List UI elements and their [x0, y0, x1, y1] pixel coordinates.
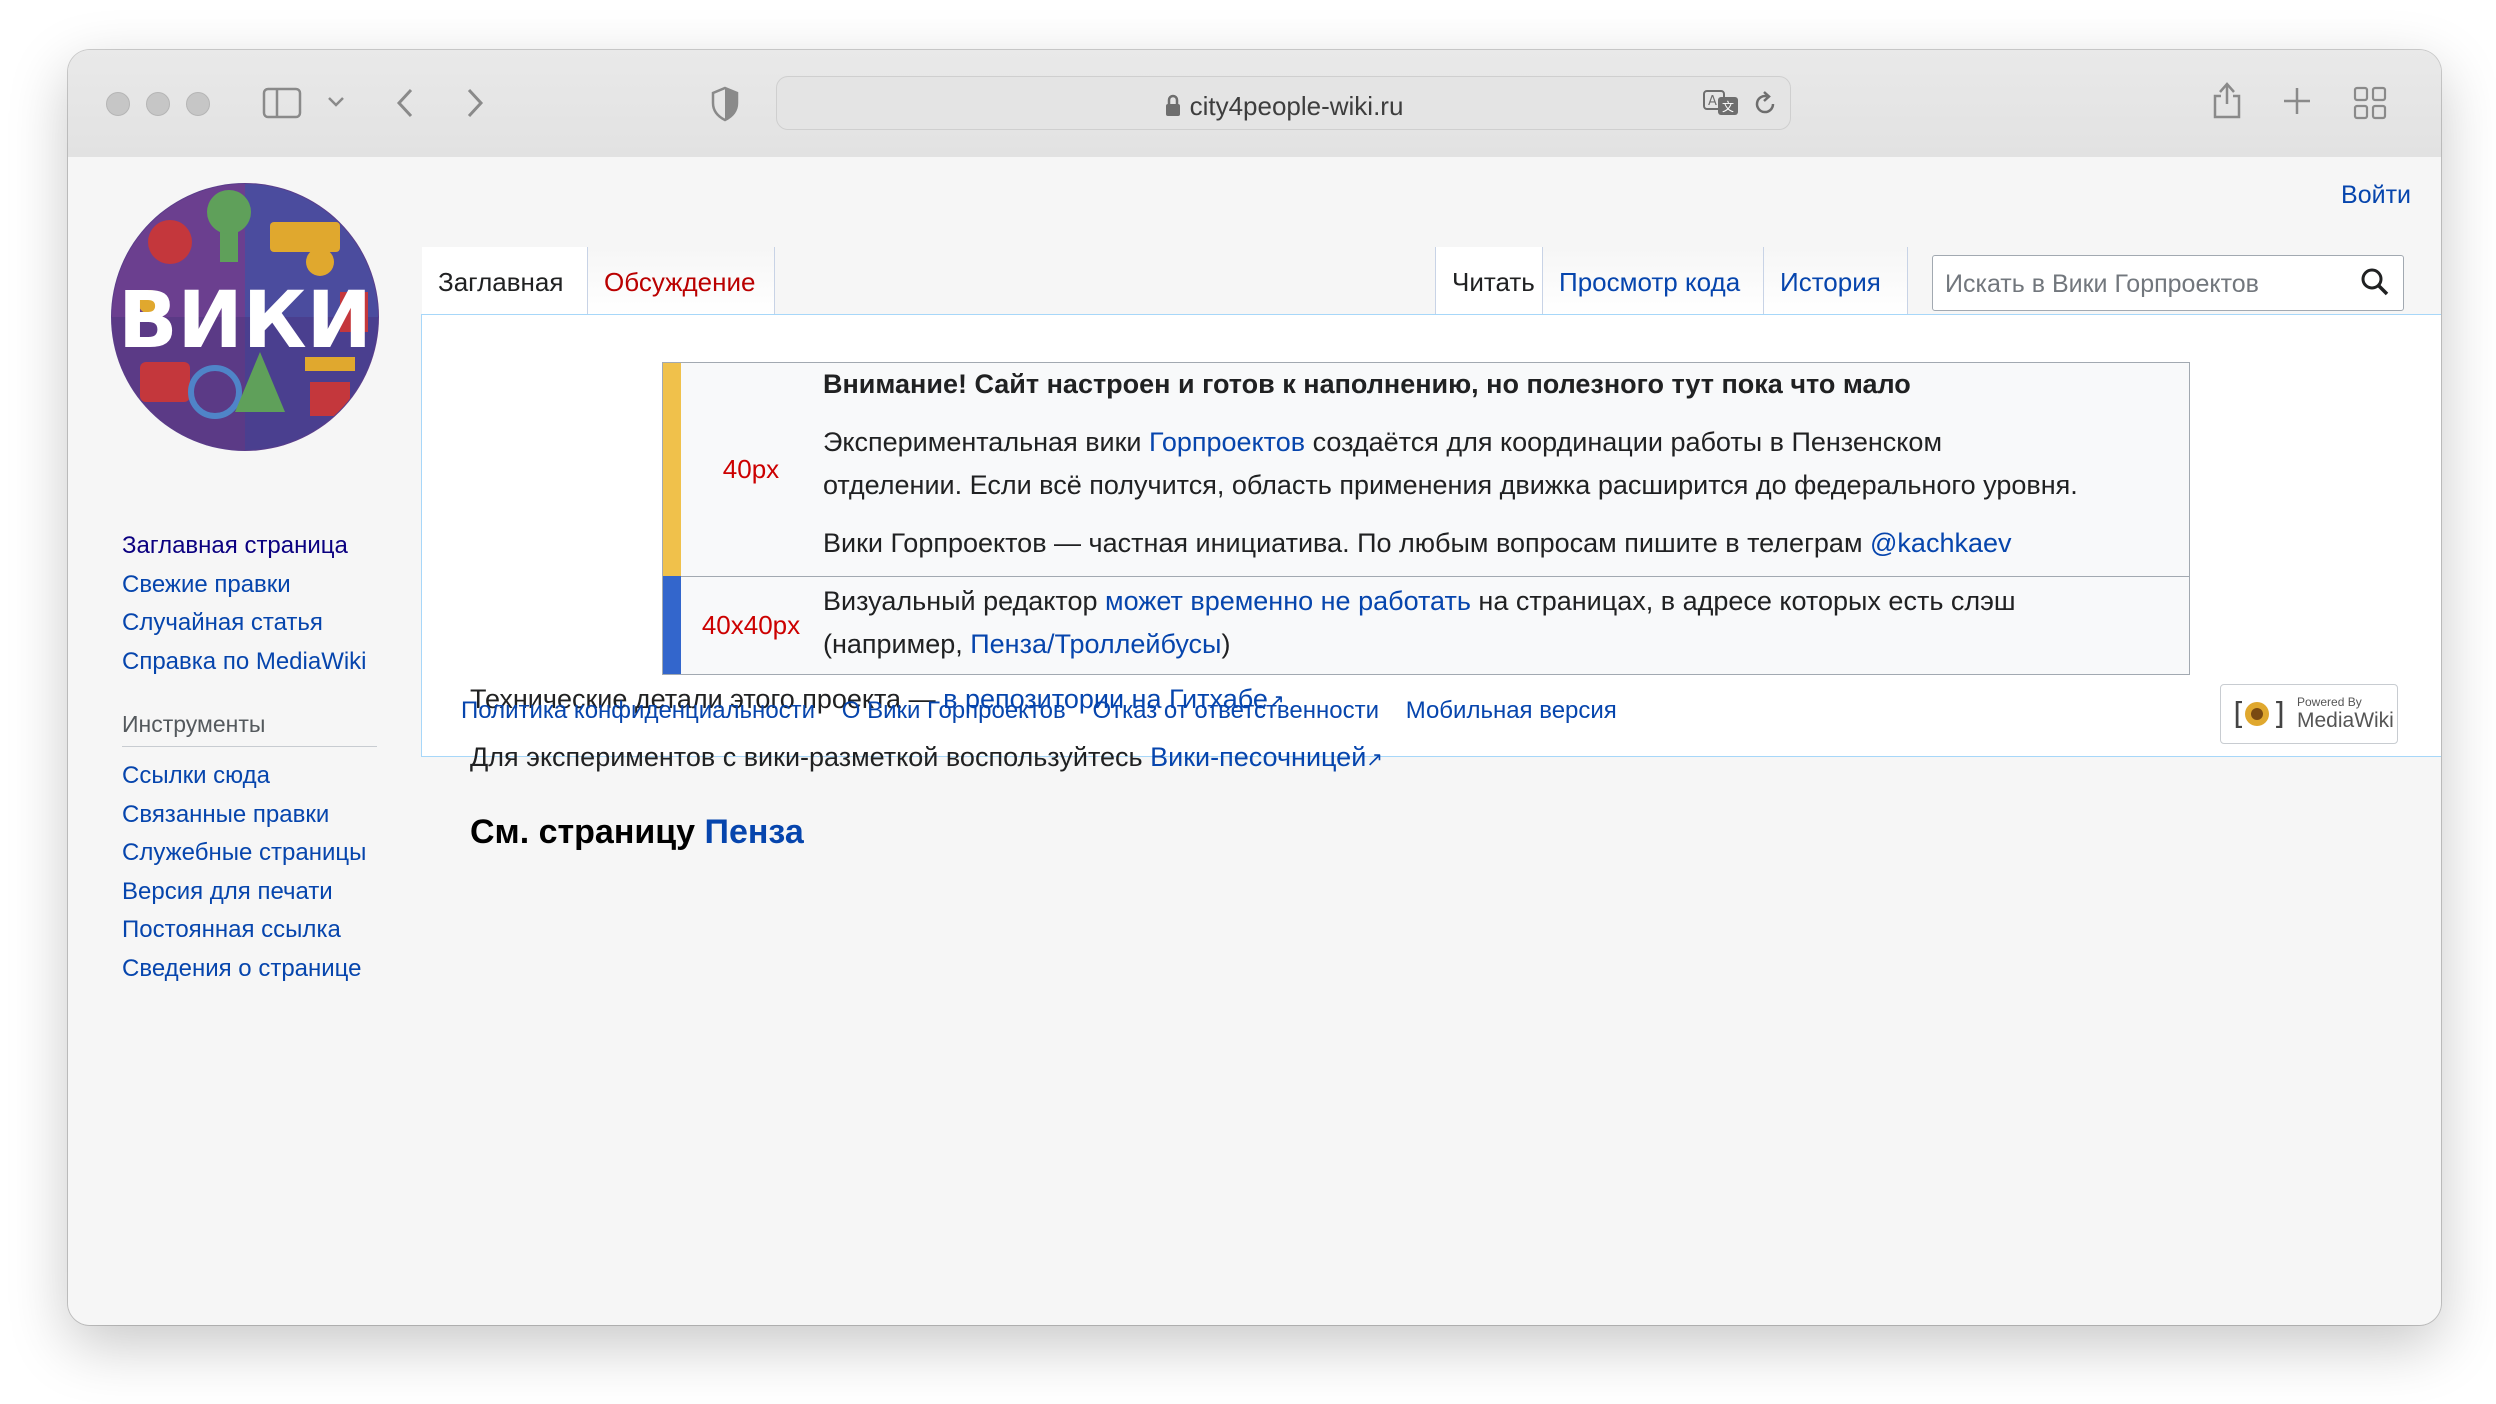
sidebar-item-special-pages[interactable]: Служебные страницы — [122, 834, 382, 873]
notice-title: Внимание! Сайт настроен и готов к наполн… — [823, 369, 1911, 399]
sidebar-item-help[interactable]: Справка по MediaWiki — [122, 643, 382, 682]
privacy-shield-icon[interactable] — [710, 86, 740, 126]
logo-text: ВИКИ — [118, 276, 372, 366]
svg-text:]: ] — [2271, 697, 2285, 732]
chevron-down-icon[interactable] — [326, 94, 346, 113]
tab-read[interactable]: Читать — [1435, 247, 1542, 315]
notice-p1-text-3: отделении. Если всё получится, область п… — [823, 470, 2078, 500]
powered-by-label: Powered By — [2297, 695, 2362, 709]
penza-trolleybus-link[interactable]: Пенза/Троллейбусы — [970, 629, 1221, 659]
info-icon-placeholder: 40x40px — [701, 609, 801, 640]
tab-read-label: Читать — [1452, 267, 1535, 297]
see-page-heading: См. страницу Пенза — [470, 813, 804, 852]
notice-paragraph-1: Экспериментальная вики Горпроектов созда… — [823, 421, 2169, 507]
sidebar-item-printable[interactable]: Версия для печати — [122, 873, 382, 912]
login-link[interactable]: Войти — [2341, 181, 2411, 210]
sidebar-item-page-info[interactable]: Сведения о странице — [122, 950, 382, 989]
new-tab-icon[interactable] — [2282, 86, 2312, 120]
gorproekty-link[interactable]: Горпроектов — [1149, 427, 1305, 457]
editor-note-text-3: (например, — [823, 629, 971, 659]
wiki-page: ВИКИ Войти Заглавная страница Свежие пра… — [68, 157, 2441, 1325]
powered-by-mediawiki-badge[interactable]: [] Powered By MediaWiki — [2220, 684, 2398, 744]
sidebar-item-what-links-here[interactable]: Ссылки сюда — [122, 757, 382, 796]
translate-icon[interactable]: A文 — [1702, 89, 1740, 122]
footer-mobile-link[interactable]: Мобильная версия — [1406, 697, 1617, 724]
close-window-button[interactable] — [106, 92, 130, 116]
see-page-prefix: См. страницу — [470, 813, 705, 851]
tools-heading: Инструменты — [122, 711, 377, 747]
notice-row-editor: 40x40px Визуальный редактор может времен… — [663, 576, 2189, 674]
forward-icon[interactable] — [463, 86, 487, 124]
notice-box: 40px Внимание! Сайт настроен и готов к н… — [662, 362, 2190, 675]
search-placeholder: Искать в Вики Горпроектов — [1945, 270, 2259, 298]
sidebar: Заглавная страница Свежие правки Случайн… — [122, 527, 382, 988]
tab-view-source-label: Просмотр кода — [1559, 267, 1741, 297]
external-link-icon: ↗ — [1366, 749, 1384, 771]
main-content: 40px Внимание! Сайт настроен и готов к н… — [421, 314, 2441, 851]
telegram-link[interactable]: @kachkaev — [1870, 528, 2011, 558]
share-icon[interactable] — [2210, 80, 2244, 124]
warning-icon-placeholder: 40px — [722, 454, 780, 484]
sidebar-item-recent-changes[interactable]: Свежие правки — [122, 566, 382, 605]
info-color-bar — [663, 576, 681, 674]
editor-note-text: Визуальный редактор — [823, 586, 1106, 616]
penza-link[interactable]: Пенза — [705, 813, 804, 851]
mediawiki-label: MediaWiki — [2297, 709, 2394, 732]
site-logo[interactable]: ВИКИ — [110, 182, 380, 452]
svg-text:A: A — [1708, 94, 1717, 109]
search-icon[interactable] — [2359, 266, 2391, 298]
sandbox-link[interactable]: Вики-песочницей — [1150, 742, 1366, 772]
tab-history[interactable]: История — [1763, 247, 1908, 315]
sidebar-item-random-article[interactable]: Случайная статья — [122, 604, 382, 643]
tab-main-page-label: Заглавная — [438, 267, 564, 297]
browser-toolbar: city4people-wiki.ru A文 — [68, 50, 2441, 158]
mediawiki-sunflower-icon: [] — [2229, 694, 2289, 739]
notice-p1-text-2: создаётся для координации работы в Пензе… — [1305, 427, 1943, 457]
address-bar[interactable]: city4people-wiki.ru A文 — [776, 76, 1791, 130]
tab-main-page[interactable]: Заглавная — [422, 247, 587, 315]
lock-icon — [1164, 94, 1182, 125]
zoom-window-button[interactable] — [186, 92, 210, 116]
sidebar-item-main-page[interactable]: Заглавная страница — [122, 527, 382, 566]
notice-row-warning: 40px Внимание! Сайт настроен и готов к н… — [663, 363, 2189, 577]
tab-view-source[interactable]: Просмотр кода — [1542, 247, 1763, 315]
sidebar-item-related-changes[interactable]: Связанные правки — [122, 796, 382, 835]
sidebar-item-permalink[interactable]: Постоянная ссылка — [122, 911, 382, 950]
editor-note-text-2: на страницах, в адресе которых есть слэш — [1470, 586, 2016, 616]
tab-overview-icon[interactable] — [2353, 86, 2387, 124]
reload-icon[interactable] — [1752, 90, 1778, 123]
minimize-window-button[interactable] — [146, 92, 170, 116]
tab-discussion-label: Обсуждение — [604, 267, 756, 297]
footer-disclaimer-link[interactable]: Отказ от ответственности — [1092, 697, 1379, 724]
warning-color-bar — [663, 363, 681, 576]
footer-links: Политика конфиденциальности О Вики Горпр… — [461, 697, 1637, 725]
notice-p2-text: Вики Горпроектов — частная инициатива. П… — [823, 528, 1871, 558]
tab-discussion[interactable]: Обсуждение — [587, 247, 775, 315]
browser-window: city4people-wiki.ru A文 ВИКИ Войти Заглав… — [68, 50, 2441, 1325]
url-text: city4people-wiki.ru — [1189, 91, 1404, 121]
svg-text:[: [ — [2229, 697, 2247, 732]
tab-history-label: История — [1780, 267, 1881, 297]
search-input[interactable]: Искать в Вики Горпроектов — [1932, 255, 2404, 311]
svg-text:文: 文 — [1722, 99, 1734, 114]
back-icon[interactable] — [393, 86, 417, 124]
editor-note-text-4: ) — [1221, 629, 1231, 659]
notice-p1-text: Экспериментальная вики — [823, 427, 1150, 457]
sandbox-text: Для экспериментов с вики-разметкой воспо… — [470, 742, 1151, 772]
editor-issue-link[interactable]: может временно не работать — [1105, 586, 1471, 616]
footer-about-link[interactable]: О Вики Горпроектов — [842, 697, 1066, 724]
footer-privacy-link[interactable]: Политика конфиденциальности — [461, 697, 815, 724]
sandbox-paragraph: Для экспериментов с вики-разметкой воспо… — [470, 737, 1383, 780]
notice-paragraph-2: Вики Горпроектов — частная инициатива. П… — [823, 522, 2169, 565]
sidebar-toggle-icon[interactable] — [262, 86, 302, 124]
